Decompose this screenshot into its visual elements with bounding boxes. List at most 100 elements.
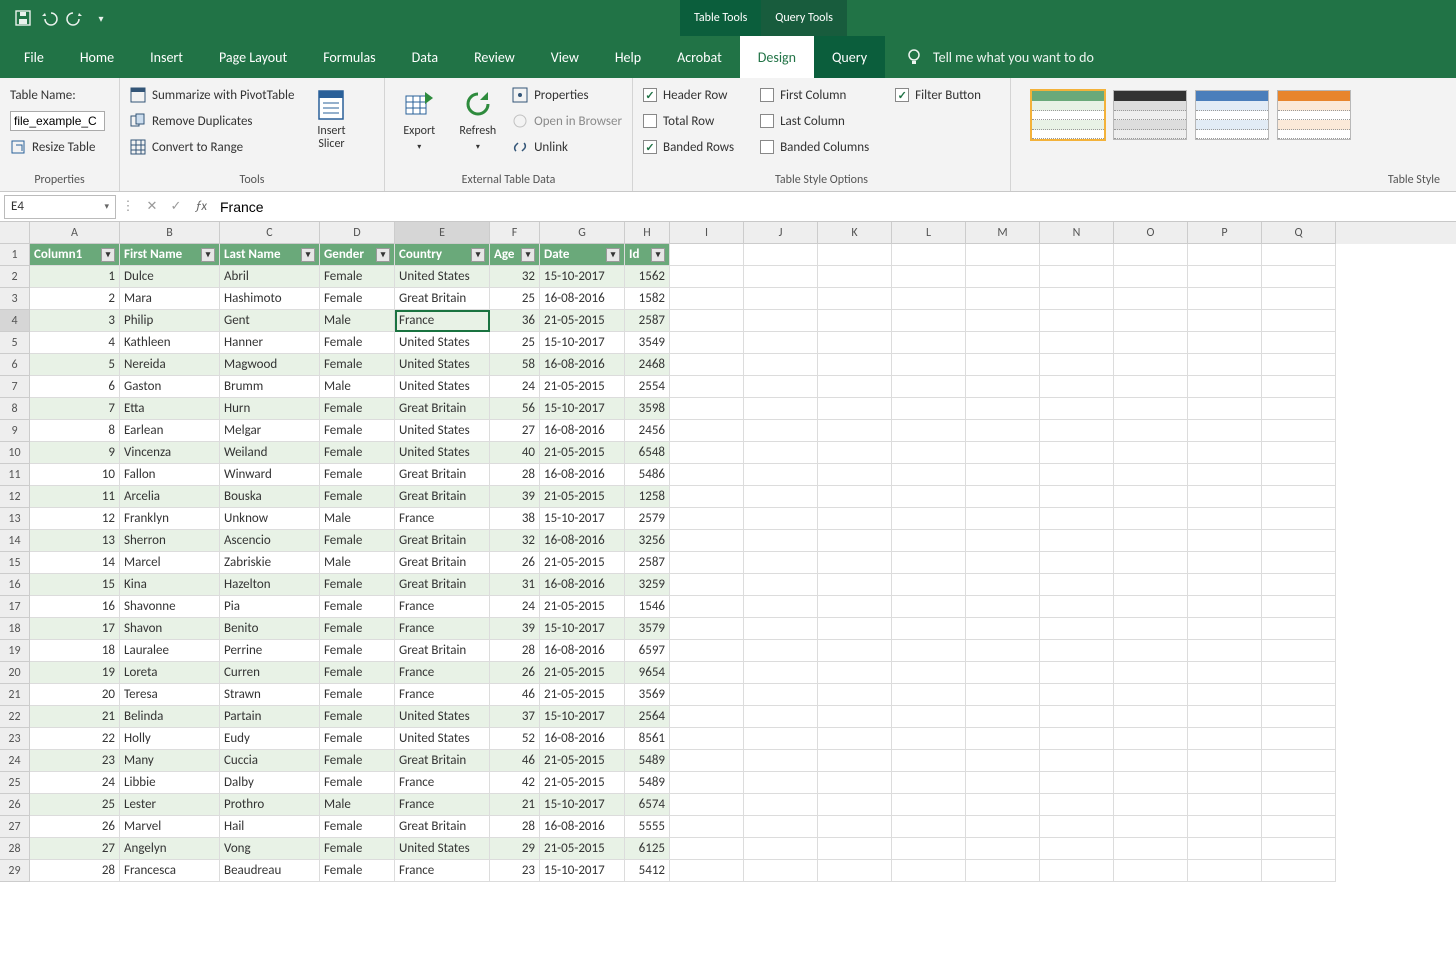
column-header-L[interactable]: L [892,222,966,244]
cell[interactable] [670,838,744,860]
cell[interactable]: 3598 [625,398,670,420]
cell[interactable] [818,420,892,442]
row-header[interactable]: 27 [0,816,30,838]
name-box[interactable]: E4▾ [4,195,116,219]
fx-icon[interactable]: ƒx [188,199,214,214]
cell[interactable]: France [395,772,490,794]
cell[interactable] [1040,794,1114,816]
cell[interactable]: Zabriskie [220,552,320,574]
cell[interactable]: United States [395,442,490,464]
remove-duplicates-button[interactable]: Remove Duplicates [130,110,294,132]
cell[interactable]: 9 [30,442,120,464]
row-header[interactable]: 20 [0,662,30,684]
cell[interactable] [892,816,966,838]
qat-customize-icon[interactable]: ▾ [92,9,110,27]
cell[interactable]: 15-10-2017 [540,266,625,288]
cell[interactable] [1040,354,1114,376]
cell[interactable]: Female [320,706,395,728]
cell[interactable] [1040,596,1114,618]
cell[interactable] [1040,728,1114,750]
cell[interactable]: 21-05-2015 [540,442,625,464]
cell[interactable]: Hurn [220,398,320,420]
row-header[interactable]: 2 [0,266,30,288]
row-header[interactable]: 26 [0,794,30,816]
cell[interactable] [892,750,966,772]
cell[interactable]: Hanner [220,332,320,354]
cell[interactable]: Great Britain [395,288,490,310]
cell[interactable]: 2587 [625,310,670,332]
cell[interactable]: United States [395,706,490,728]
table-header-cell[interactable] [966,244,1040,266]
cell[interactable]: 10 [30,464,120,486]
cell[interactable] [1114,574,1188,596]
cell[interactable]: 3 [30,310,120,332]
cell[interactable] [744,684,818,706]
ribbon-tab-review[interactable]: Review [456,36,533,78]
cell[interactable]: Great Britain [395,574,490,596]
cell[interactable] [1040,706,1114,728]
cell[interactable]: 2579 [625,508,670,530]
cell[interactable] [1188,398,1262,420]
cell[interactable]: Pia [220,596,320,618]
ribbon-tab-formulas[interactable]: Formulas [305,36,393,78]
cell[interactable] [1262,794,1336,816]
filter-dropdown-icon[interactable] [606,248,620,262]
row-header[interactable]: 3 [0,288,30,310]
cell[interactable] [818,662,892,684]
table-header-cell[interactable]: Gender [320,244,395,266]
cell[interactable]: Benito [220,618,320,640]
cell[interactable]: 17 [30,618,120,640]
cell[interactable]: Beaudreau [220,860,320,882]
cell[interactable] [670,728,744,750]
cell[interactable] [892,442,966,464]
column-header-P[interactable]: P [1188,222,1262,244]
ribbon-tab-help[interactable]: Help [597,36,659,78]
cell[interactable] [1262,816,1336,838]
cell[interactable] [1114,310,1188,332]
cell[interactable] [892,728,966,750]
cell[interactable] [744,750,818,772]
cell[interactable]: 5489 [625,750,670,772]
cell[interactable]: 58 [490,354,540,376]
table-styles-gallery[interactable] [1021,84,1446,146]
cell[interactable] [1040,684,1114,706]
cell[interactable]: France [395,794,490,816]
column-header-K[interactable]: K [818,222,892,244]
cell[interactable]: Great Britain [395,530,490,552]
cell[interactable]: Great Britain [395,640,490,662]
cell[interactable] [1262,860,1336,882]
cell[interactable] [892,574,966,596]
chevron-down-icon[interactable]: ▾ [104,201,109,212]
row-header[interactable]: 17 [0,596,30,618]
column-header-D[interactable]: D [320,222,395,244]
cell[interactable]: United States [395,420,490,442]
cell[interactable] [818,288,892,310]
cell[interactable] [818,574,892,596]
insert-slicer-button[interactable]: Insert Slicer [304,84,358,156]
cell[interactable] [744,596,818,618]
cell[interactable] [892,596,966,618]
cell[interactable]: Male [320,508,395,530]
cell[interactable] [818,354,892,376]
cell[interactable]: Hashimoto [220,288,320,310]
column-header-B[interactable]: B [120,222,220,244]
cell[interactable]: 32 [490,530,540,552]
cell[interactable]: 15-10-2017 [540,618,625,640]
cell[interactable] [966,332,1040,354]
cell[interactable] [1262,574,1336,596]
cell[interactable]: Weiland [220,442,320,464]
cell[interactable] [966,552,1040,574]
cell[interactable]: 21 [490,794,540,816]
cell[interactable] [670,464,744,486]
cell[interactable] [1188,596,1262,618]
cell[interactable]: 1 [30,266,120,288]
cell[interactable]: 21-05-2015 [540,838,625,860]
cell[interactable] [670,310,744,332]
cell[interactable] [670,486,744,508]
cell[interactable]: 15-10-2017 [540,706,625,728]
cell[interactable] [1262,420,1336,442]
cell[interactable] [1188,442,1262,464]
cell[interactable] [744,354,818,376]
table-header-cell[interactable] [818,244,892,266]
table-header-cell[interactable] [1040,244,1114,266]
